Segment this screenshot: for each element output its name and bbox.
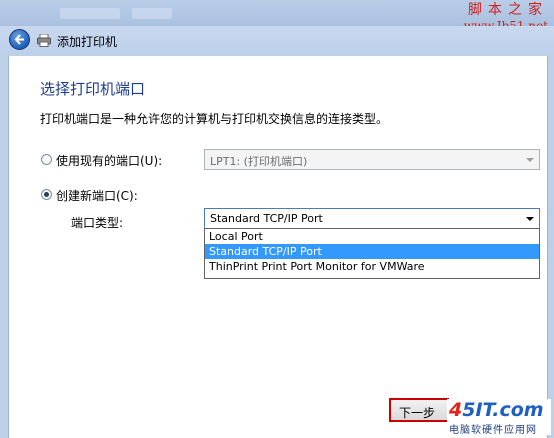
watermark-title: 脚本之家: [468, 2, 548, 18]
existing-port-radio[interactable]: [41, 154, 52, 165]
back-arrow-icon: [14, 34, 24, 45]
title-bar: 脚本之家 www.Jb51.net: [0, 0, 554, 33]
back-button[interactable]: [9, 29, 30, 50]
next-button-label: 下一步: [399, 406, 436, 420]
port-type-label: 端口类型:: [71, 216, 124, 230]
new-port-radio[interactable]: [41, 189, 52, 200]
port-type-dropdown-list: Local Port Standard TCP/IP Port ThinPrin…: [204, 228, 540, 279]
window-title: 添加打印机: [57, 35, 118, 49]
navigation-bar: 添加打印机: [0, 26, 554, 54]
port-type-value: Standard TCP/IP Port: [210, 212, 323, 225]
printer-icon: [37, 34, 51, 47]
logo-brand: 45IT.com: [449, 399, 544, 421]
title-bar-blur: [60, 8, 120, 19]
chevron-down-icon: [526, 158, 534, 162]
chevron-down-icon: [526, 217, 534, 221]
title-bar-blur: [132, 8, 172, 19]
logo-subtitle: 电脑软硬件应用网: [449, 425, 537, 436]
existing-port-select[interactable]: LPT1: (打印机端口): [204, 149, 540, 170]
dropdown-option[interactable]: ThinPrint Print Port Monitor for VMWare: [205, 259, 539, 274]
existing-port-value: LPT1: (打印机端口): [210, 155, 308, 168]
next-button[interactable]: 下一步: [389, 398, 449, 422]
page-title: 选择打印机端口: [40, 80, 146, 98]
existing-port-label: 使用现有的端口(U):: [56, 154, 163, 168]
dropdown-option[interactable]: Local Port: [205, 229, 539, 244]
dropdown-option-highlighted[interactable]: Standard TCP/IP Port: [205, 244, 539, 259]
port-type-select[interactable]: Standard TCP/IP Port: [204, 208, 540, 229]
new-port-label: 创建新端口(C):: [56, 189, 138, 203]
wizard-content: 选择打印机端口 打印机端口是一种允许您的计算机与打印机交换信息的连接类型。 使用…: [8, 56, 548, 438]
site-logo: 45IT.com 电脑软硬件应用网: [447, 399, 551, 436]
page-description: 打印机端口是一种允许您的计算机与打印机交换信息的连接类型。: [40, 112, 389, 126]
